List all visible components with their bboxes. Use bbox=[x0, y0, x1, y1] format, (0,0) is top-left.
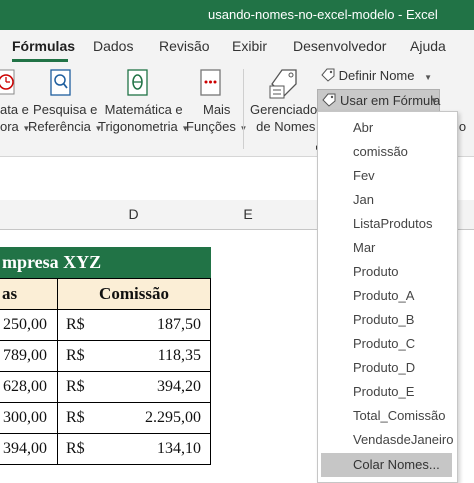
dropdown-item-vendasdejaneiro[interactable]: VendasdeJaneiro bbox=[353, 432, 453, 447]
dropdown-item-abr[interactable]: Abr bbox=[353, 120, 373, 135]
dropdown-item-listaprodutos[interactable]: ListaProdutos bbox=[353, 216, 433, 231]
colar-nomes-button[interactable]: Colar Nomes... bbox=[321, 453, 452, 477]
ribbon-separator bbox=[243, 69, 244, 149]
commission-value: 134,10 bbox=[157, 440, 201, 457]
table-title: mpresa XYZ bbox=[0, 247, 211, 278]
table-cell[interactable]: R$ 394,20 bbox=[57, 371, 211, 403]
active-tab-indicator bbox=[12, 59, 68, 62]
table-cell[interactable]: R$ 2.295,00 bbox=[57, 402, 211, 434]
dropdown-item-mar[interactable]: Mar bbox=[353, 240, 375, 255]
table-cell[interactable]: 789,00 bbox=[0, 340, 58, 372]
name-manager-icon bbox=[269, 69, 297, 99]
matematica-label-2: Trigonometria bbox=[98, 119, 178, 134]
table-cell[interactable]: 394,00 bbox=[0, 433, 58, 465]
usar-em-formula-dropdown: Abr comissão Fev Jan ListaProdutos Mar P… bbox=[317, 111, 458, 483]
dropdown-item-produto-c[interactable]: Produto_C bbox=[353, 336, 415, 351]
colar-nomes-label: Colar Nomes... bbox=[353, 457, 440, 472]
mais-label-1: Mais bbox=[202, 102, 231, 117]
dropdown-item-produto-a[interactable]: Produto_A bbox=[353, 288, 414, 303]
pesquisa-label-1: Pesquisa e bbox=[33, 102, 98, 117]
dropdown-item-produto-d[interactable]: Produto_D bbox=[353, 360, 415, 375]
mais-label-2: Funções bbox=[186, 119, 236, 134]
window-title: usando-nomes-no-excel-modelo - Excel bbox=[208, 7, 438, 22]
more-functions-icon bbox=[200, 69, 221, 96]
gerenciador-label-1: Gerenciador bbox=[250, 102, 322, 117]
dropdown-item-produto-b[interactable]: Produto_B bbox=[353, 312, 414, 327]
chevron-down-icon: ▼ bbox=[430, 96, 438, 105]
tab-formulas[interactable]: Fórmulas bbox=[12, 38, 75, 54]
currency-label: R$ bbox=[66, 378, 85, 395]
dropdown-item-comissao[interactable]: comissão bbox=[353, 144, 408, 159]
pesquisa-label-2: Referência bbox=[28, 119, 91, 134]
header-cell-comissao[interactable]: Comissão bbox=[57, 278, 211, 310]
column-header-c[interactable] bbox=[0, 200, 58, 230]
tab-desenvolvedor[interactable]: Desenvolvedor bbox=[293, 38, 386, 54]
table-cell[interactable]: R$ 118,35 bbox=[57, 340, 211, 372]
currency-label: R$ bbox=[66, 347, 85, 364]
tab-exibir[interactable]: Exibir bbox=[232, 38, 267, 54]
dropdown-item-total-comissao[interactable]: Total_Comissão bbox=[353, 408, 446, 423]
dropdown-item-produto[interactable]: Produto bbox=[353, 264, 399, 279]
header-cell-vendas[interactable]: as bbox=[0, 278, 58, 310]
data-hora-label-2: ora bbox=[0, 119, 19, 134]
tag-icon bbox=[321, 68, 335, 82]
definir-nome-button[interactable]: Definir Nome ▼ bbox=[321, 68, 432, 83]
commission-value: 2.295,00 bbox=[145, 409, 201, 426]
ribbon-tabs: Fórmulas Dados Revisão Exibir Desenvolve… bbox=[0, 30, 474, 63]
tab-dados[interactable]: Dados bbox=[93, 38, 133, 54]
table-cell[interactable]: 250,00 bbox=[0, 309, 58, 341]
dropdown-item-fev[interactable]: Fev bbox=[353, 168, 375, 183]
data-hora-label-1: ata e bbox=[0, 102, 29, 117]
tab-ajuda[interactable]: Ajuda bbox=[410, 38, 446, 54]
dropdown-item-jan[interactable]: Jan bbox=[353, 192, 374, 207]
table-cell[interactable]: 628,00 bbox=[0, 371, 58, 403]
commission-value: 394,20 bbox=[157, 378, 201, 395]
usar-em-formula-button[interactable]: Usar em Fórmula ▼ bbox=[317, 89, 440, 112]
table-cell[interactable]: R$ 134,10 bbox=[57, 433, 211, 465]
table-cell[interactable]: 300,00 bbox=[0, 402, 58, 434]
search-book-icon bbox=[50, 69, 71, 96]
matematica-label-1: Matemática e bbox=[104, 102, 183, 117]
tab-revisao[interactable]: Revisão bbox=[159, 38, 210, 54]
column-header-e[interactable]: E bbox=[210, 200, 287, 230]
currency-label: R$ bbox=[66, 440, 85, 457]
column-header-d[interactable]: D bbox=[57, 200, 211, 230]
title-bar: usando-nomes-no-excel-modelo - Excel bbox=[0, 0, 474, 30]
clock-icon bbox=[0, 69, 15, 95]
currency-label: R$ bbox=[66, 409, 85, 426]
dropdown-item-produto-e[interactable]: Produto_E bbox=[353, 384, 414, 399]
currency-label: R$ bbox=[66, 316, 85, 333]
table-cell[interactable]: R$ 187,50 bbox=[57, 309, 211, 341]
usar-em-formula-label: Usar em Fórmula bbox=[340, 93, 441, 108]
gerenciador-label-2: de Nomes bbox=[256, 119, 316, 134]
definir-nome-label: Definir Nome bbox=[338, 68, 415, 83]
commission-value: 118,35 bbox=[157, 347, 201, 364]
tag-icon bbox=[322, 93, 336, 107]
commission-value: 187,50 bbox=[157, 316, 201, 333]
theta-icon bbox=[127, 69, 148, 96]
chevron-down-icon: ▼ bbox=[424, 73, 433, 82]
